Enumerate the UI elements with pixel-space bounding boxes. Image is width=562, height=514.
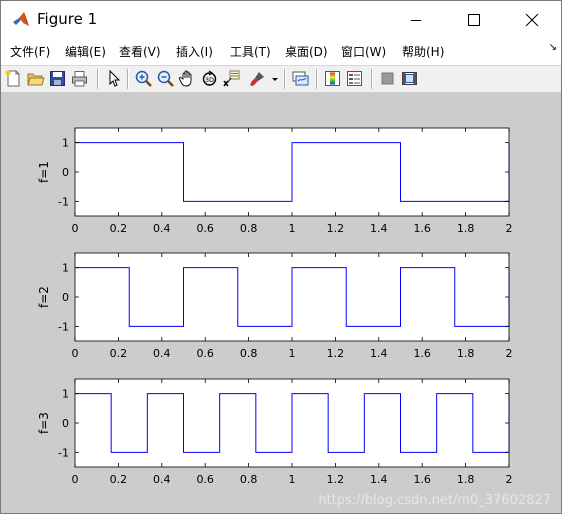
x-tick-label: 0.8 (240, 347, 258, 360)
zoom-out-icon[interactable] (156, 69, 175, 88)
menu-edit[interactable]: 编辑(E) (65, 43, 106, 60)
x-tick-label: 1.6 (413, 222, 431, 235)
x-tick-label: 1.2 (327, 473, 345, 486)
menu-insert[interactable]: 插入(I) (176, 43, 213, 60)
y-tick-label: -1 (58, 446, 69, 459)
hide-plot-tools-icon[interactable] (378, 69, 397, 88)
x-tick-label: 1 (289, 473, 296, 486)
figure-window: Figure 1 文件(F) 编辑(E) 查看(V) 插入(I) 工具(T) 桌… (0, 0, 562, 514)
x-tick-label: 0.4 (153, 473, 171, 486)
x-tick-label: 1.4 (370, 222, 388, 235)
y-tick-label: 0 (62, 291, 69, 304)
x-tick-label: 0.8 (240, 222, 258, 235)
minimize-button[interactable] (393, 1, 439, 39)
pan-hand-icon[interactable] (178, 69, 197, 88)
x-tick-label: 0.4 (153, 347, 171, 360)
menu-file[interactable]: 文件(F) (10, 43, 50, 60)
link-plot-icon[interactable] (291, 69, 310, 88)
toolbar-separator (127, 69, 129, 89)
x-tick-label: 0.6 (196, 347, 214, 360)
x-tick-label: 1.8 (457, 473, 475, 486)
window-title: Figure 1 (37, 10, 98, 28)
x-tick-label: 1.4 (370, 473, 388, 486)
toolbar-separator (284, 69, 286, 89)
zoom-in-icon[interactable] (134, 69, 153, 88)
y-tick-label: 1 (62, 262, 69, 275)
close-icon (525, 13, 539, 27)
matlab-icon (13, 12, 29, 26)
x-tick-label: 0 (72, 222, 79, 235)
y-axis-label: f=2 (37, 286, 51, 308)
x-tick-label: 0.4 (153, 222, 171, 235)
toolbar-separator (371, 69, 373, 89)
menu-view[interactable]: 查看(V) (119, 43, 161, 60)
menu-desktop[interactable]: 桌面(D) (285, 43, 328, 60)
x-tick-label: 0.8 (240, 473, 258, 486)
x-tick-label: 1.8 (457, 222, 475, 235)
y-tick-label: 1 (62, 137, 69, 150)
x-tick-label: 2 (506, 473, 513, 486)
subplot-2: 0 0.2 0.4 0.6 0.8 1 1.2 1.4 1.6 1.8 2 1 0 -1 f=2 (37, 252, 513, 360)
save-icon[interactable] (48, 69, 67, 88)
x-tick-label: 1.2 (327, 347, 345, 360)
new-figure-icon[interactable] (4, 69, 23, 88)
colorbar-icon[interactable] (323, 69, 342, 88)
x-tick-label: 0.6 (196, 473, 214, 486)
figure-canvas: 0 0.2 0.4 0.6 0.8 1 1.2 1.4 1.6 1.8 2 1 0 -1 f=1 0 0.2 0.… (1, 92, 561, 513)
x-tick-label: 0 (72, 473, 79, 486)
toolbar-separator (97, 69, 99, 89)
legend-icon[interactable] (345, 69, 364, 88)
y-axis-label: f=1 (37, 161, 51, 183)
x-tick-label: 1.6 (413, 473, 431, 486)
title-bar[interactable]: Figure 1 (1, 1, 561, 39)
y-tick-label: -1 (58, 320, 69, 333)
y-tick-label: 1 (62, 388, 69, 401)
show-plot-tools-icon[interactable] (400, 69, 419, 88)
data-cursor-icon[interactable] (222, 69, 241, 88)
figure-toolbar: 3D (1, 65, 561, 93)
close-button[interactable] (509, 1, 555, 39)
brush-icon[interactable] (248, 69, 267, 88)
menu-help[interactable]: 帮助(H) (402, 43, 444, 60)
x-tick-label: 0.6 (196, 222, 214, 235)
menu-bar: 文件(F) 编辑(E) 查看(V) 插入(I) 工具(T) 桌面(D) 窗口(W… (1, 39, 561, 65)
select-arrow-icon[interactable] (104, 69, 123, 88)
x-tick-label: 1.2 (327, 222, 345, 235)
x-tick-label: 1.8 (457, 347, 475, 360)
menu-tools[interactable]: 工具(T) (230, 43, 271, 60)
x-tick-label: 1.4 (370, 347, 388, 360)
watermark: https://blog.csdn.net/m0_37602827 (318, 493, 551, 508)
x-tick-label: 1 (289, 347, 296, 360)
y-axis-label: f=3 (37, 412, 51, 434)
subplot-3: 0 0.2 0.4 0.6 0.8 1 1.2 1.4 1.6 1.8 2 1 0 -1 f=3 (37, 378, 513, 486)
x-tick-label: 0 (72, 347, 79, 360)
x-tick-label: 0.2 (110, 222, 128, 235)
brush-dropdown-icon[interactable] (271, 69, 279, 88)
menu-window[interactable]: 窗口(W) (341, 43, 386, 60)
subplot-1: 0 0.2 0.4 0.6 0.8 1 1.2 1.4 1.6 1.8 2 1 0 -1 f=1 (37, 127, 513, 235)
y-tick-label: 0 (62, 417, 69, 430)
x-tick-label: 1.6 (413, 347, 431, 360)
x-tick-label: 1 (289, 222, 296, 235)
rotate-3d-icon[interactable]: 3D (200, 69, 219, 88)
subplots: 0 0.2 0.4 0.6 0.8 1 1.2 1.4 1.6 1.8 2 1 0 -1 f=1 0 0.2 0.… (37, 127, 513, 486)
toolbar-separator (316, 69, 318, 89)
maximize-icon (468, 14, 480, 26)
y-tick-label: -1 (58, 195, 69, 208)
minimize-icon (411, 20, 421, 21)
x-tick-label: 2 (506, 347, 513, 360)
svg-text:3D: 3D (205, 76, 214, 84)
menu-expand-icon[interactable]: ↘ (549, 42, 557, 53)
open-file-icon[interactable] (26, 69, 45, 88)
print-icon[interactable] (70, 69, 89, 88)
x-tick-label: 2 (506, 222, 513, 235)
maximize-button[interactable] (451, 1, 497, 39)
x-tick-label: 0.2 (110, 347, 128, 360)
x-tick-label: 0.2 (110, 473, 128, 486)
y-tick-label: 0 (62, 166, 69, 179)
